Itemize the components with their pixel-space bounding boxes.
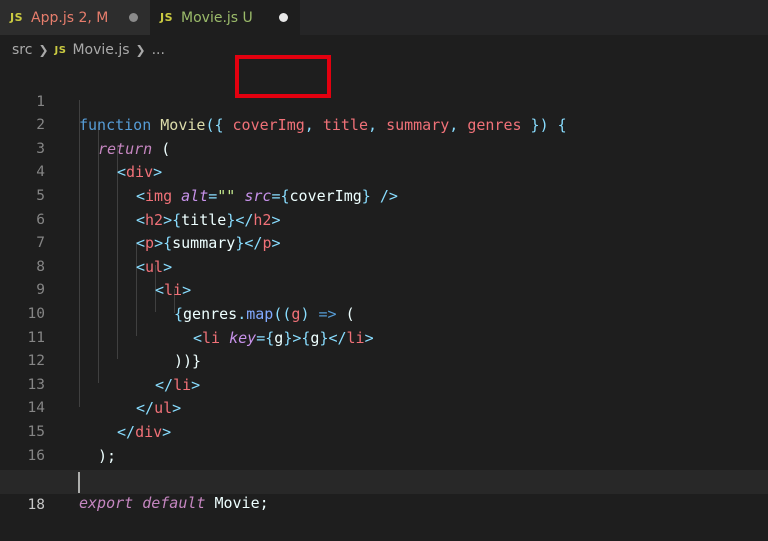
code-line: 3 <div>: [0, 114, 768, 182]
chevron-right-icon: ❯: [38, 43, 49, 57]
code-line: 15 );: [0, 397, 768, 465]
js-file-icon: JS: [160, 11, 174, 24]
breadcrumb: src ❯ JS Movie.js ❯ ...: [0, 35, 768, 65]
code-line: 4 <img alt="" src={coverImg} />: [0, 138, 768, 205]
js-file-icon: JS: [54, 44, 67, 56]
annotation-highlight-box: [235, 55, 331, 98]
code-line: 10 <li key={g}>{g}</li>: [0, 279, 768, 347]
code-line: 1 function Movie({ coverImg, title, summ…: [0, 67, 768, 135]
unsaved-dot-icon[interactable]: [279, 13, 288, 22]
code-line-current: 18: [0, 470, 768, 513]
code-line: 2 return (: [0, 91, 768, 158]
breadcrumb-folder[interactable]: src: [12, 42, 32, 58]
code-line: 7 <ul>: [0, 209, 768, 276]
breadcrumb-symbols[interactable]: ...: [152, 42, 165, 58]
text-cursor: [78, 472, 80, 493]
code-line: 12 </li>: [0, 327, 768, 394]
code-editor[interactable]: 1 function Movie({ coverImg, title, summ…: [0, 65, 768, 533]
code-line: 9 {genres.map((g) => (: [0, 256, 768, 323]
tab-bar: JS App.js 2, M JS Movie.js U: [0, 0, 768, 35]
code-line: 13 </ul>: [0, 350, 768, 418]
tab-title: Movie.js U: [181, 9, 253, 26]
code-line: 17 export default Movie;: [0, 445, 768, 512]
line-number: 18: [27, 496, 45, 513]
tab-title: App.js 2, M: [31, 9, 109, 26]
code-line: 16 }: [0, 421, 768, 489]
chevron-right-icon: ❯: [135, 43, 146, 57]
breadcrumb-file[interactable]: Movie.js: [72, 42, 129, 58]
code-line: 14 </div>: [0, 374, 768, 441]
code-line: 6 <p>{summary}</p>: [0, 185, 768, 253]
modified-dot-icon[interactable]: [129, 13, 138, 22]
code-line: 11 ))}: [0, 303, 768, 371]
tab-movie-js[interactable]: JS Movie.js U: [150, 0, 300, 35]
code-line: 8 <li>: [0, 232, 768, 300]
code-line: 5 <h2>{title}</h2>: [0, 161, 768, 229]
js-file-icon: JS: [10, 11, 24, 24]
tab-app-js[interactable]: JS App.js 2, M: [0, 0, 150, 35]
